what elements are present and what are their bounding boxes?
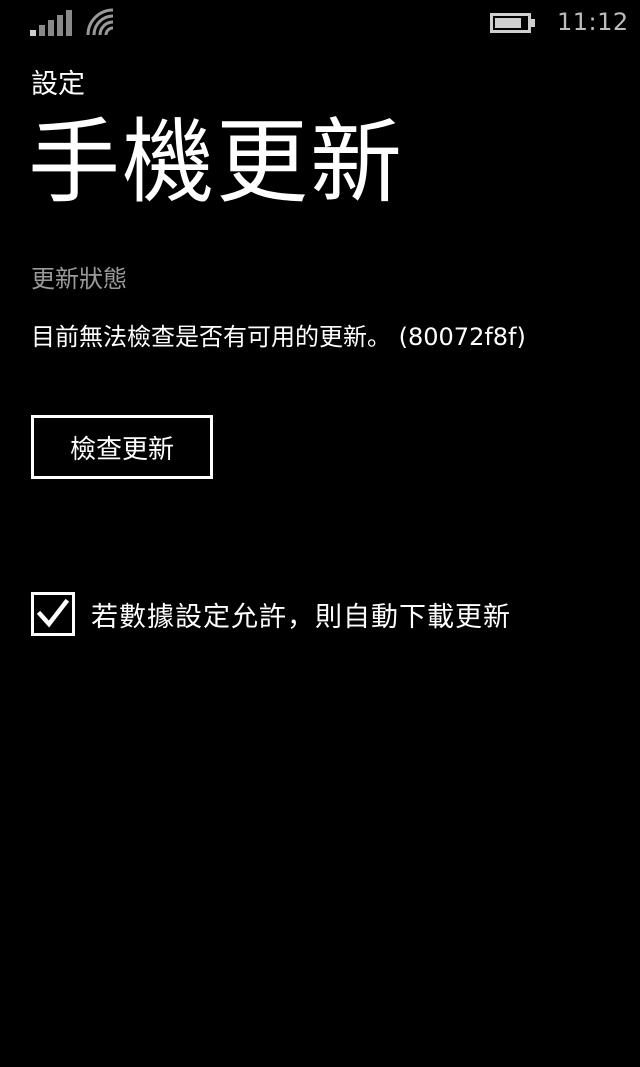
page-title: 手機更新: [28, 109, 405, 216]
clock: 11:12: [557, 8, 629, 36]
app-name: 設定: [31, 69, 85, 100]
auto-download-label: 若數據設定允許，則自動下載更新: [91, 601, 511, 633]
update-status-message: 目前無法檢查是否有可用的更新。 (80072f8f): [31, 323, 526, 351]
battery-icon: [490, 13, 535, 33]
checkmark-icon: [37, 598, 69, 628]
wifi-icon: [86, 8, 114, 36]
status-bar: 11:12: [0, 0, 640, 48]
signal-icon: [30, 10, 72, 36]
auto-download-checkbox[interactable]: [31, 592, 75, 636]
auto-download-option[interactable]: 若數據設定允許，則自動下載更新: [31, 590, 511, 638]
check-for-updates-button[interactable]: 檢查更新: [31, 415, 213, 479]
update-status-label: 更新狀態: [31, 265, 127, 293]
